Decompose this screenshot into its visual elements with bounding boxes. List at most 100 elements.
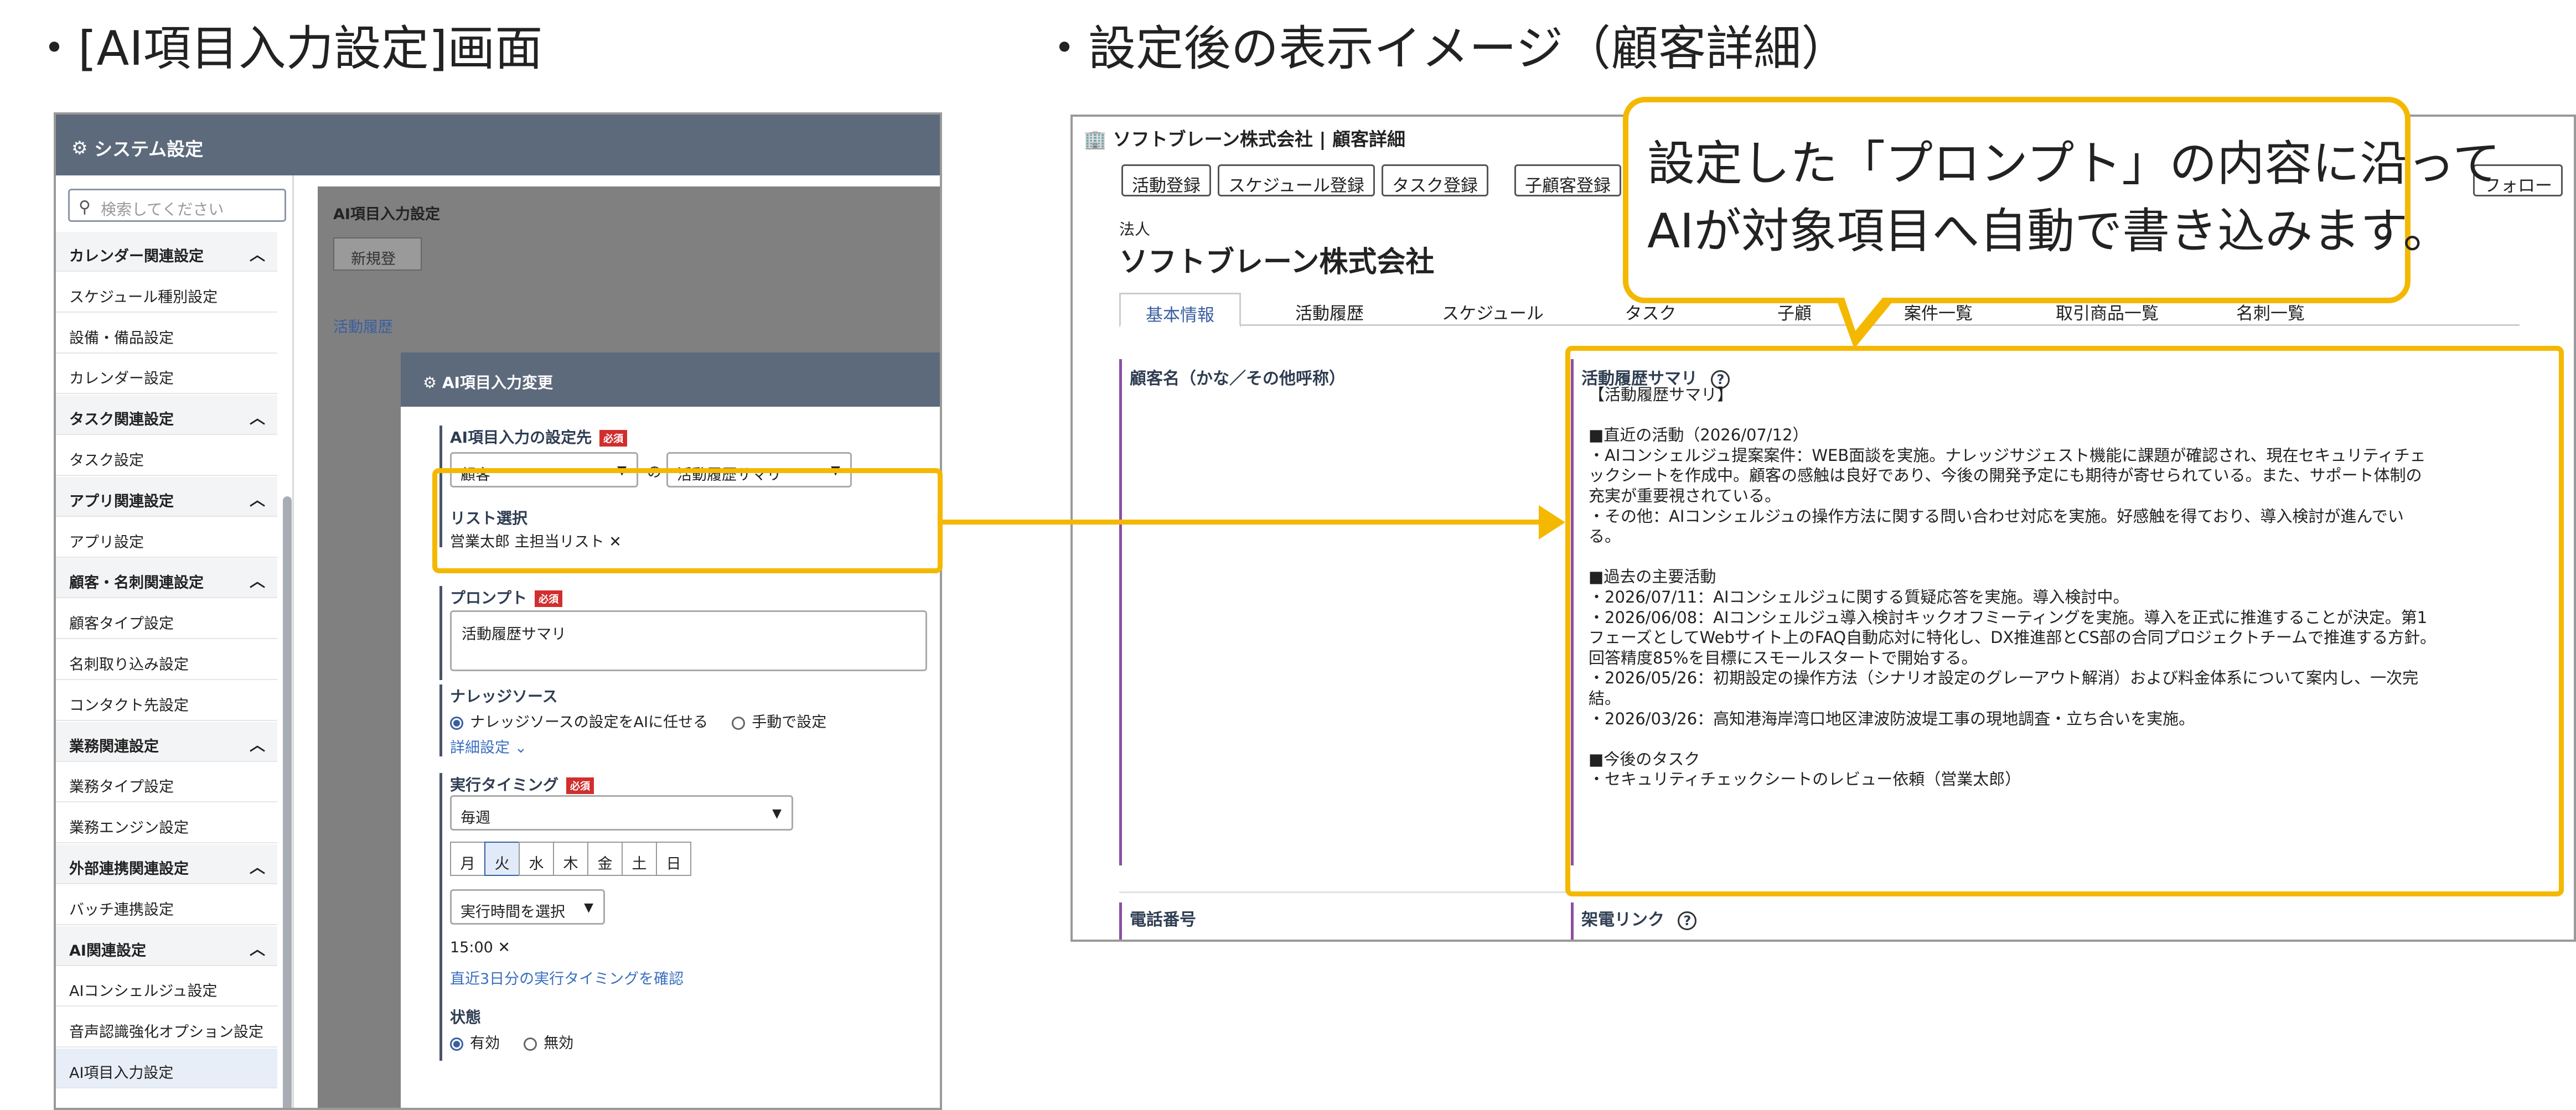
required-badge: 必須 bbox=[566, 777, 594, 794]
register-activity-button[interactable]: 活動登録 bbox=[1121, 164, 1211, 196]
status-options: 有効 無効 bbox=[450, 1031, 573, 1052]
callout-tail-inner bbox=[1841, 288, 1891, 331]
time-select[interactable]: 実行時間を選択 ▼ bbox=[450, 889, 605, 925]
tab-basic-info[interactable]: 基本情報 bbox=[1119, 293, 1241, 328]
status-on-radio[interactable] bbox=[450, 1037, 463, 1051]
sidebar-item-label: カレンダー関連設定 bbox=[69, 248, 204, 265]
weekday-toggle[interactable]: 金 bbox=[587, 842, 623, 876]
chevron-down-icon: ▼ bbox=[584, 901, 593, 915]
status-off-radio[interactable] bbox=[524, 1037, 537, 1051]
sidebar-item-label: タスク関連設定 bbox=[69, 411, 174, 429]
register-child-customer-button[interactable]: 子顧客登録 bbox=[1514, 164, 1621, 196]
weekday-toggle[interactable]: 火 bbox=[484, 842, 520, 876]
sidebar-item[interactable]: タスク設定 bbox=[56, 436, 277, 476]
knowledge-ai-label: ナレッジソースの設定をAIに任せる bbox=[470, 714, 708, 731]
sidebar-category[interactable]: アプリ関連設定 ︿ bbox=[56, 476, 277, 517]
settings-main: AI項目入力設定 新規登 活動履歴 ⚙ AI項目入力変更 AI項目入力の設定先必… bbox=[296, 175, 940, 1108]
status-label: 状態 bbox=[450, 1008, 482, 1026]
required-badge: 必須 bbox=[599, 430, 628, 447]
chevron-up-icon[interactable]: ︿ bbox=[250, 243, 265, 265]
back-panel-title: AI項目入力設定 bbox=[333, 206, 440, 223]
sidebar-item-label: アプリ関連設定 bbox=[69, 492, 174, 510]
back-panel-row[interactable]: 活動履歴 bbox=[333, 315, 393, 336]
register-task-button[interactable]: タスク登録 bbox=[1382, 164, 1488, 196]
callout-line-1: 設定した「プロンプト」の内容に沿って bbox=[1647, 136, 2501, 191]
chevron-down-icon: ⌄ bbox=[514, 739, 527, 756]
sidebar-item[interactable]: 業務タイプ設定 bbox=[56, 763, 277, 803]
sidebar-item[interactable]: AIコンシェルジュ設定 bbox=[56, 967, 277, 1007]
chevron-up-icon[interactable]: ︿ bbox=[250, 733, 265, 755]
sidebar-item[interactable]: 顧客タイプ設定 bbox=[56, 599, 277, 640]
weekday-toggle[interactable]: 木 bbox=[553, 842, 588, 876]
sidebar-category[interactable]: 業務関連設定 ︿ bbox=[56, 722, 277, 762]
company-type: 法人 bbox=[1119, 220, 1151, 238]
help-icon[interactable]: ? bbox=[1678, 911, 1697, 930]
call-link-label: 架電リンク bbox=[1581, 910, 1664, 930]
knowledge-ai-radio[interactable] bbox=[450, 716, 463, 730]
sidebar-category[interactable]: カレンダー関連設定 ︿ bbox=[56, 232, 277, 272]
sidebar-search-input[interactable]: ⚲ 検索してください bbox=[68, 189, 286, 222]
weekday-toggle[interactable]: 土 bbox=[622, 842, 657, 876]
sidebar-scrollbar[interactable] bbox=[283, 496, 292, 1108]
status-off-label: 無効 bbox=[544, 1035, 574, 1052]
sidebar-item-label: アプリ設定 bbox=[69, 533, 144, 551]
company-name: ソフトブレーン株式会社 bbox=[1119, 246, 1435, 279]
knowledge-section: ナレッジソース ナレッジソースの設定をAIに任せる 手動で設定 詳細設定 ⌄ bbox=[439, 684, 938, 756]
field-label-phone: 電話番号 bbox=[1119, 902, 1196, 940]
sidebar-item[interactable]: 音声認識強化オプション設定 bbox=[56, 1008, 277, 1048]
weekday-toggle[interactable]: 水 bbox=[519, 842, 554, 876]
ai-field-input-settings-screenshot: ⚙ システム設定 ⚲ 検索してください カレンダー関連設定 ︿ スケジュール種別設定… bbox=[54, 112, 942, 1110]
sidebar-item-label: 顧客タイプ設定 bbox=[69, 615, 174, 633]
tab-schedule[interactable]: スケジュール bbox=[1429, 293, 1556, 326]
chevron-up-icon[interactable]: ︿ bbox=[250, 488, 265, 510]
sidebar-item-label: 外部連携関連設定 bbox=[69, 860, 189, 878]
sidebar-item[interactable]: バッチ連携設定 bbox=[56, 885, 277, 925]
sidebar-item[interactable]: 設備・備品設定 bbox=[56, 314, 277, 354]
sidebar-item-label: 業務エンジン設定 bbox=[69, 819, 189, 837]
required-badge: 必須 bbox=[535, 590, 563, 607]
prompt-highlight-box bbox=[432, 468, 943, 573]
gear-icon: ⚙ bbox=[71, 137, 88, 159]
new-button[interactable]: 新規登 bbox=[333, 237, 422, 271]
weekday-toggle[interactable]: 月 bbox=[450, 842, 485, 876]
time-select-label: 実行時間を選択 bbox=[461, 904, 565, 921]
status-on-label: 有効 bbox=[470, 1035, 500, 1052]
knowledge-manual-radio[interactable] bbox=[732, 716, 746, 730]
sidebar-item[interactable]: 業務エンジン設定 bbox=[56, 803, 277, 844]
chevron-up-icon[interactable]: ︿ bbox=[250, 855, 265, 878]
sidebar-category[interactable]: 外部連携関連設定 ︿ bbox=[56, 844, 277, 884]
sidebar-category[interactable]: タスク関連設定 ︿ bbox=[56, 395, 277, 435]
settings-sidebar: ⚲ 検索してください カレンダー関連設定 ︿ スケジュール種別設定 設備・備品設定 カレ… bbox=[56, 175, 294, 1108]
weekday-toggle[interactable]: 日 bbox=[656, 842, 691, 876]
system-settings-title: システム設定 bbox=[94, 138, 204, 160]
sidebar-category[interactable]: AI関連設定 ︿ bbox=[56, 926, 277, 966]
sidebar-item[interactable]: AI項目入力設定 bbox=[56, 1049, 277, 1088]
sidebar-item[interactable]: カレンダー設定 bbox=[56, 354, 277, 395]
sidebar-category[interactable]: 顧客・名刺関連設定 ︿ bbox=[56, 558, 277, 599]
sidebar-item[interactable]: スケジュール種別設定 bbox=[56, 273, 277, 313]
sidebar-item[interactable]: 名刺取り込み設定 bbox=[56, 640, 277, 680]
chevron-up-icon[interactable]: ︿ bbox=[250, 937, 265, 959]
close-icon[interactable]: ✕ bbox=[498, 939, 510, 956]
sidebar-item-label: タスク設定 bbox=[69, 452, 144, 469]
detail-settings-link[interactable]: 詳細設定 ⌄ bbox=[450, 735, 527, 757]
timing-frequency-select[interactable]: 毎週 ▼ bbox=[450, 795, 793, 831]
callout-bubble: 設定した「プロンプト」の内容に沿って AIが対象項目へ自動で書き込みます。 bbox=[1623, 97, 2501, 303]
check-timing-link[interactable]: 直近3日分の実行タイミングを確認 bbox=[450, 967, 684, 988]
sidebar-item[interactable]: コンタクト先設定 bbox=[56, 681, 277, 721]
prompt-textarea[interactable]: 活動履歴サマリ bbox=[450, 610, 927, 671]
arrow-line bbox=[941, 520, 1550, 525]
sidebar-item-label: コンタクト先設定 bbox=[69, 697, 189, 714]
gear-icon: ⚙ bbox=[423, 374, 442, 392]
chevron-up-icon[interactable]: ︿ bbox=[250, 406, 265, 428]
window-title: 🏢 ソフトブレーン株式会社 | 顧客詳細 bbox=[1084, 125, 1405, 151]
building-icon: 🏢 bbox=[1084, 128, 1107, 150]
sidebar-item-label: 顧客・名刺関連設定 bbox=[69, 574, 204, 592]
tab-activity-history[interactable]: 活動履歴 bbox=[1280, 293, 1379, 326]
chevron-up-icon[interactable]: ︿ bbox=[250, 569, 265, 592]
knowledge-label: ナレッジソース bbox=[450, 687, 558, 706]
register-schedule-button[interactable]: スケジュール登録 bbox=[1218, 164, 1375, 196]
sidebar-item-label: 設備・備品設定 bbox=[69, 329, 174, 347]
sidebar-item[interactable]: アプリ設定 bbox=[56, 518, 277, 558]
time-value: 15:00 bbox=[450, 939, 493, 956]
